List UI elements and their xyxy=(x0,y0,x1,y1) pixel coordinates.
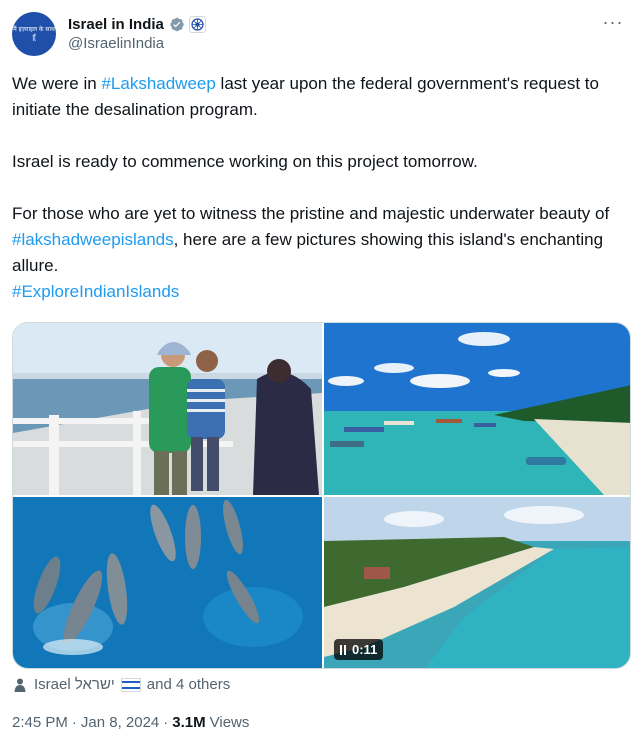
views-label: Views xyxy=(209,714,250,731)
more-icon[interactable]: ··· xyxy=(598,10,628,34)
tweet-meta: 2:45 PM · Jan 8, 2024 · 3.1M Views xyxy=(12,714,249,731)
person-icon xyxy=(14,678,26,692)
video-island-aerial[interactable]: 0:11 xyxy=(324,497,630,668)
tweet-date[interactable]: Jan 8, 2024 xyxy=(81,714,159,731)
tweet-header: मैं इज़राइल के साथ हूँ Israel in India @… xyxy=(12,10,628,58)
tagged-others[interactable]: and 4 others xyxy=(147,676,230,693)
hashtag-lakshadweepislands[interactable]: #lakshadweepislands xyxy=(12,230,174,249)
tagged-label[interactable]: Israel ישראל xyxy=(34,676,115,693)
photo-pier-people[interactable] xyxy=(13,323,322,495)
tweet-time[interactable]: 2:45 PM xyxy=(12,714,68,731)
text-span: For those who are yet to witness the pri… xyxy=(12,204,610,223)
pause-icon[interactable] xyxy=(340,644,346,655)
avatar[interactable]: मैं इज़राइल के साथ हूँ xyxy=(12,12,56,56)
separator: · xyxy=(163,714,169,731)
handle[interactable]: @IsraelinIndia xyxy=(68,35,206,52)
paragraph-1: We were in #Lakshadweep last year upon t… xyxy=(12,71,616,123)
avatar-text: मैं इज़राइल के साथ हूँ xyxy=(13,26,55,41)
name-row: Israel in India xyxy=(68,16,206,33)
verified-badge-icon xyxy=(170,17,184,32)
israel-flag-icon xyxy=(120,677,141,692)
hashtag-lakshadweep[interactable]: #Lakshadweep xyxy=(101,74,215,93)
video-duration: 0:11 xyxy=(352,642,378,657)
media-grid: 0:11 xyxy=(12,322,631,669)
government-affiliation-icon[interactable] xyxy=(188,16,206,33)
paragraph-2: Israel is ready to commence working on t… xyxy=(12,152,478,171)
tweet: मैं इज़राइल के साथ हूँ Israel in India @… xyxy=(0,0,640,743)
tagged-people[interactable]: Israel ישראל and 4 others xyxy=(12,676,230,693)
photo-dolphins[interactable] xyxy=(13,497,322,668)
views-count[interactable]: 3.1M xyxy=(172,714,205,731)
text-span: We were in xyxy=(12,74,102,93)
paragraph-3: For those who are yet to witness the pri… xyxy=(12,201,616,279)
tweet-text: We were in #Lakshadweep last year upon t… xyxy=(12,71,616,305)
separator: · xyxy=(71,714,77,731)
video-duration-badge: 0:11 xyxy=(334,639,384,660)
display-name[interactable]: Israel in India xyxy=(68,16,164,33)
photo-bay-boats[interactable] xyxy=(324,323,630,495)
author-names: Israel in India @IsraelinIndia xyxy=(68,16,206,52)
hashtag-exploreindianislands[interactable]: #ExploreIndianIslands xyxy=(12,282,179,301)
